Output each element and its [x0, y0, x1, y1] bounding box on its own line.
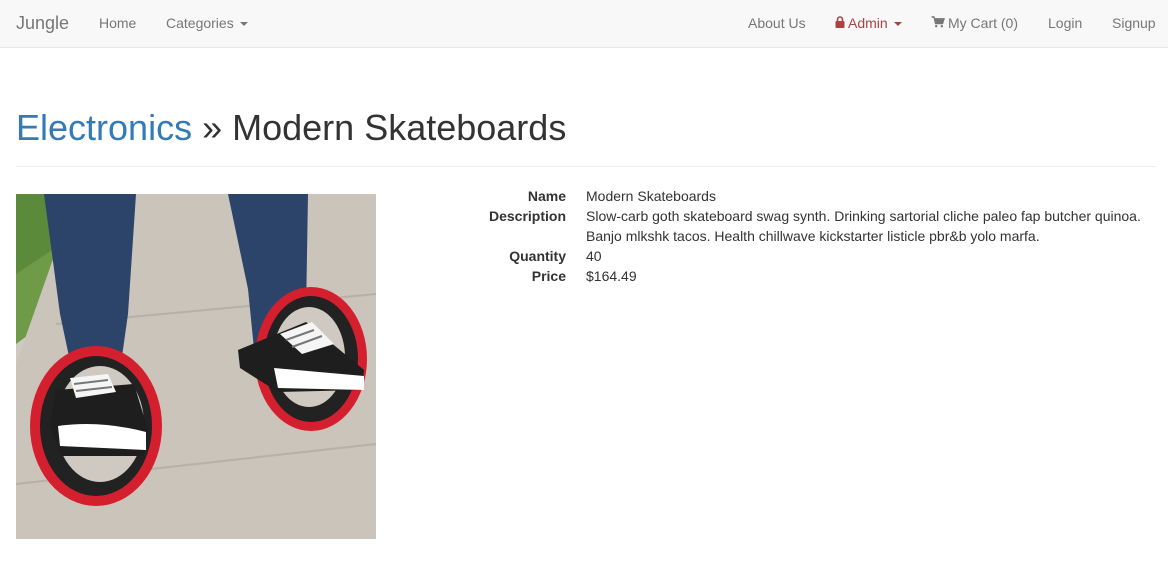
navbar: Jungle Home Categories About Us Admin My…: [0, 0, 1168, 48]
header-divider: [16, 166, 1156, 167]
price-label: Price: [531, 268, 566, 284]
product-title: Modern Skateboards: [232, 107, 567, 148]
price-value: $164.49: [586, 268, 637, 284]
nav-about[interactable]: About Us: [748, 0, 806, 47]
shopping-cart-icon: [931, 0, 945, 46]
nav-signup[interactable]: Signup: [1112, 0, 1156, 47]
detail-row-name: Name Modern Skateboards: [470, 186, 1160, 206]
category-breadcrumb-link[interactable]: Electronics: [16, 107, 192, 148]
nav-admin-label: Admin: [848, 15, 888, 31]
caret-down-icon: [239, 22, 248, 27]
description-label: Description: [488, 208, 566, 224]
quantity-label: Quantity: [509, 248, 566, 264]
product-image: [16, 194, 376, 539]
detail-row-quantity: Quantity 40: [470, 246, 1160, 266]
brand-link[interactable]: Jungle: [16, 0, 69, 47]
page-title: Electronics » Modern Skateboards: [16, 104, 566, 152]
name-value: Modern Skateboards: [586, 188, 716, 204]
nav-login[interactable]: Login: [1048, 0, 1082, 47]
nav-cart[interactable]: My Cart (0): [931, 0, 1018, 47]
lock-icon: [835, 0, 845, 46]
detail-row-price: Price $164.49: [470, 266, 1160, 286]
description-value: Slow-carb goth skateboard swag synth. Dr…: [586, 208, 1141, 244]
nav-categories-dropdown[interactable]: Categories: [166, 0, 248, 47]
nav-home[interactable]: Home: [99, 0, 136, 47]
quantity-value: 40: [586, 248, 602, 264]
breadcrumb-separator: »: [202, 107, 223, 148]
caret-down-icon: [893, 22, 902, 27]
detail-row-description: Description Slow-carb goth skateboard sw…: [470, 206, 1160, 246]
nav-admin-dropdown[interactable]: Admin: [835, 0, 902, 47]
name-label: Name: [527, 188, 566, 204]
nav-cart-label: My Cart (0): [948, 15, 1018, 31]
nav-categories-label: Categories: [166, 15, 234, 31]
product-details: Name Modern Skateboards Description Slow…: [470, 186, 1160, 286]
